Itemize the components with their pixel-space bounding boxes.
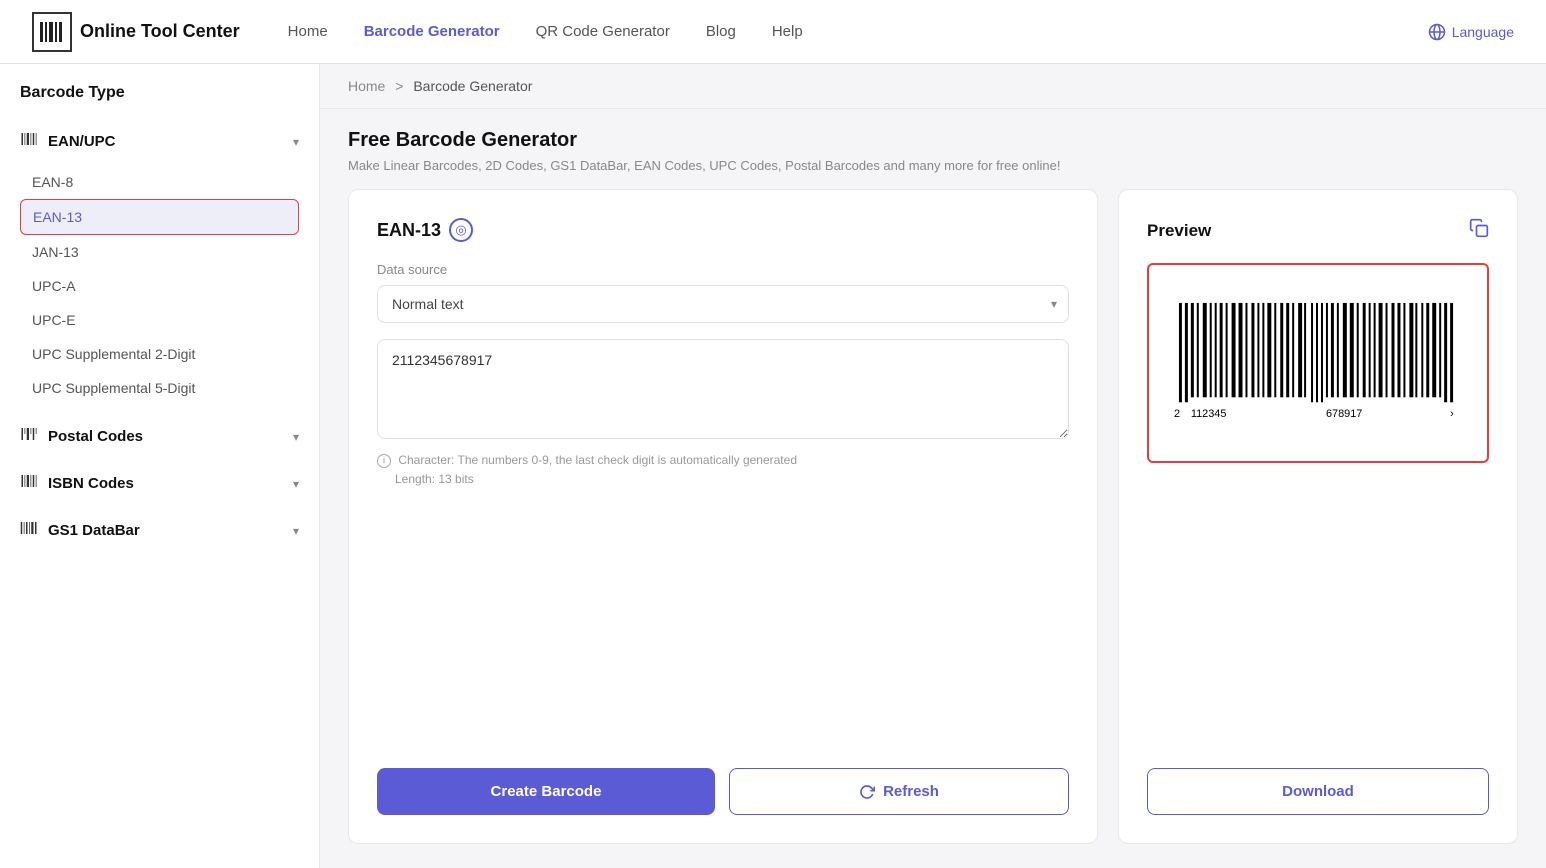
- sidebar-category-ean-upc[interactable]: EAN/UPC ▾: [0, 118, 319, 165]
- refresh-label: Refresh: [883, 783, 939, 800]
- sidebar-item-upce[interactable]: UPC-E: [20, 303, 299, 337]
- create-barcode-button[interactable]: Create Barcode: [377, 768, 715, 815]
- page-title: Free Barcode Generator: [348, 129, 1518, 152]
- nav-home[interactable]: Home: [288, 23, 328, 40]
- sidebar-item-upca[interactable]: UPC-A: [20, 269, 299, 303]
- svg-text:›: ›: [1450, 409, 1454, 421]
- category-gs1-label: GS1 DataBar: [48, 522, 140, 539]
- data-source-label: Data source: [377, 262, 1069, 277]
- logo-icon: [32, 12, 72, 52]
- svg-text:678917: 678917: [1326, 409, 1362, 421]
- isbn-cat-icon: [20, 472, 38, 495]
- breadcrumb-home[interactable]: Home: [348, 78, 385, 94]
- data-source-select-wrapper: Normal text HEX Base64 ▾: [377, 285, 1069, 323]
- breadcrumb-separator: >: [395, 78, 403, 94]
- main-nav: Home Barcode Generator QR Code Generator…: [288, 23, 1514, 41]
- info-line1: Character: The numbers 0-9, the last che…: [398, 453, 797, 467]
- ean-upc-subitems: EAN-8 EAN-13 JAN-13 UPC-A UPC-E UPC Supp…: [0, 165, 319, 413]
- logo: Online Tool Center: [32, 12, 240, 52]
- category-isbn-label: ISBN Codes: [48, 475, 134, 492]
- nav-blog[interactable]: Blog: [706, 23, 736, 40]
- page-description: Make Linear Barcodes, 2D Codes, GS1 Data…: [348, 158, 1518, 173]
- header: Online Tool Center Home Barcode Generato…: [0, 0, 1546, 64]
- category-ean-upc-label: EAN/UPC: [48, 133, 116, 150]
- chevron-down-icon-gs1: ▾: [293, 524, 299, 538]
- main-layout: Barcode Type EAN/UPC ▾ EAN-: [0, 64, 1546, 868]
- logo-text: Online Tool Center: [80, 21, 240, 42]
- gs1-cat-icon: [20, 519, 38, 542]
- page-header: Free Barcode Generator Make Linear Barco…: [320, 109, 1546, 189]
- sidebar: Barcode Type EAN/UPC ▾ EAN-: [0, 64, 320, 868]
- language-label: Language: [1452, 24, 1514, 40]
- panels-container: EAN-13 ◎ Data source Normal text HEX Bas…: [320, 189, 1546, 868]
- sidebar-title: Barcode Type: [0, 84, 319, 118]
- postal-cat-icon: [20, 425, 38, 448]
- nav-help[interactable]: Help: [772, 23, 803, 40]
- sidebar-item-upc-supp5[interactable]: UPC Supplemental 5-Digit: [20, 371, 299, 405]
- refresh-button[interactable]: Refresh: [729, 768, 1069, 815]
- category-postal-label: Postal Codes: [48, 428, 143, 445]
- action-buttons: Create Barcode Refresh: [377, 744, 1069, 815]
- breadcrumb: Home > Barcode Generator: [320, 64, 1546, 109]
- preview-header: Preview: [1147, 218, 1489, 243]
- barcode-image: 2 112345 678917 ›: [1169, 293, 1467, 432]
- sidebar-category-postal[interactable]: Postal Codes ▾: [0, 413, 319, 460]
- info-icon-button[interactable]: ◎: [449, 218, 473, 242]
- data-source-select[interactable]: Normal text HEX Base64: [377, 285, 1069, 323]
- copy-icon-button[interactable]: [1469, 218, 1489, 243]
- sidebar-item-ean8[interactable]: EAN-8: [20, 165, 299, 199]
- barcode-text-input[interactable]: 2112345678917: [377, 339, 1069, 439]
- refresh-icon: [859, 784, 875, 800]
- content-area: Home > Barcode Generator Free Barcode Ge…: [320, 64, 1546, 868]
- chevron-down-icon-isbn: ▾: [293, 477, 299, 491]
- sidebar-category-gs1[interactable]: GS1 DataBar ▾: [0, 507, 319, 554]
- sidebar-item-ean13[interactable]: EAN-13: [20, 199, 299, 235]
- panel-title-row: EAN-13 ◎: [377, 218, 1069, 242]
- info-circle-icon: i: [377, 454, 391, 468]
- svg-text:2: 2: [1174, 409, 1180, 421]
- left-panel: EAN-13 ◎ Data source Normal text HEX Bas…: [348, 189, 1098, 844]
- svg-text:112345: 112345: [1191, 409, 1227, 421]
- chevron-down-icon-postal: ▾: [293, 430, 299, 444]
- sidebar-item-upc-supp2[interactable]: UPC Supplemental 2-Digit: [20, 337, 299, 371]
- barcode-cat-icon: [20, 130, 38, 153]
- sidebar-item-jan13[interactable]: JAN-13: [20, 235, 299, 269]
- breadcrumb-current: Barcode Generator: [413, 78, 532, 94]
- barcode-preview: 2 112345 678917 ›: [1147, 263, 1489, 463]
- info-line2: Length: 13 bits: [395, 470, 474, 489]
- preview-title: Preview: [1147, 221, 1211, 241]
- left-panel-title: EAN-13: [377, 220, 441, 241]
- chevron-down-icon: ▾: [293, 135, 299, 149]
- download-button[interactable]: Download: [1147, 768, 1489, 815]
- info-text: i Character: The numbers 0-9, the last c…: [377, 451, 1069, 489]
- right-panel: Preview: [1118, 189, 1518, 844]
- sidebar-category-isbn[interactable]: ISBN Codes ▾: [0, 460, 319, 507]
- nav-qr-generator[interactable]: QR Code Generator: [536, 23, 670, 40]
- language-selector[interactable]: Language: [1428, 23, 1514, 41]
- nav-barcode-generator[interactable]: Barcode Generator: [364, 23, 500, 40]
